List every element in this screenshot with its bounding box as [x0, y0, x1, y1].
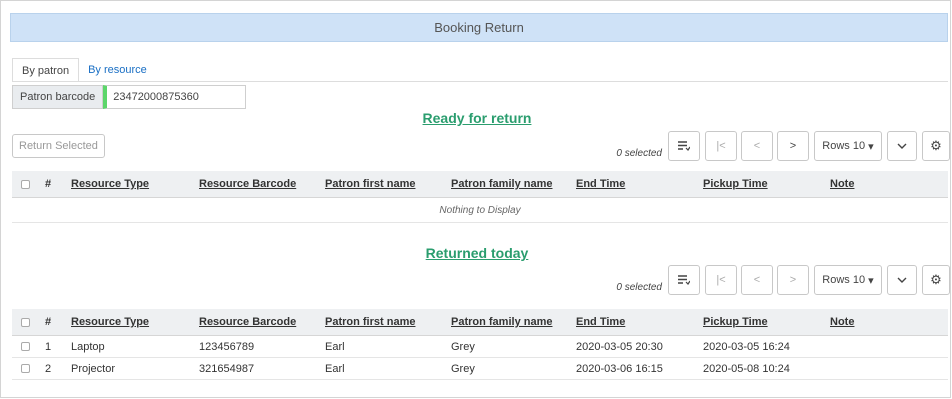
page-title: Booking Return	[10, 13, 948, 42]
prev-page-button[interactable]: <	[741, 131, 773, 161]
row-resource-type: Projector	[71, 362, 116, 375]
row-num: 1	[45, 340, 52, 353]
settings-button[interactable]: ⚙	[922, 131, 950, 161]
first-page-button[interactable]: |<	[705, 131, 737, 161]
list-columns-icon	[678, 141, 690, 151]
col-patron-family-name[interactable]: Patron family name	[451, 171, 552, 197]
tab-bar: By patron By resource	[12, 58, 156, 82]
row-checkbox[interactable]	[21, 358, 30, 379]
prev-page-icon: <	[753, 140, 761, 152]
columns-toggle-button[interactable]	[668, 131, 700, 161]
row-end-time: 2020-03-06 16:15	[576, 362, 663, 375]
col-resource-type[interactable]: Resource Type	[71, 171, 149, 197]
caret-down-icon: ▾	[868, 274, 874, 287]
prev-page-icon: <	[753, 274, 761, 286]
booking-return-panel: Booking Return By patron By resource Pat…	[0, 0, 951, 398]
col-patron-family-name[interactable]: Patron family name	[451, 309, 552, 335]
row-end-time: 2020-03-05 20:30	[576, 340, 663, 353]
row-resource-barcode: 123456789	[199, 340, 255, 353]
rows-per-page-label: Rows 10	[822, 274, 866, 286]
tab-by-resource[interactable]: By resource	[79, 58, 156, 82]
row-num: 2	[45, 362, 52, 375]
row-pickup-time: 2020-05-08 10:24	[703, 362, 790, 375]
first-page-icon: |<	[716, 274, 726, 286]
empty-message: Nothing to Display	[12, 198, 948, 223]
next-page-icon: >	[789, 274, 797, 286]
checkbox-icon	[21, 179, 30, 189]
col-patron-first-name[interactable]: Patron first name	[325, 309, 415, 335]
ready-table: # Resource Type Resource Barcode Patron …	[12, 171, 948, 223]
col-end-time[interactable]: End Time	[576, 309, 625, 335]
tab-by-patron[interactable]: By patron	[12, 58, 80, 82]
patron-barcode-input[interactable]	[103, 85, 247, 109]
expand-button[interactable]	[887, 131, 917, 161]
next-page-icon: >	[789, 140, 797, 152]
col-patron-first-name[interactable]: Patron first name	[325, 171, 415, 197]
row-checkbox[interactable]	[21, 336, 30, 357]
prev-page-button[interactable]: <	[741, 265, 773, 295]
row-resource-type: Laptop	[71, 340, 105, 353]
next-page-button[interactable]: >	[777, 265, 809, 295]
page-title-text: Booking Return	[434, 20, 524, 35]
col-pickup-time[interactable]: Pickup Time	[703, 309, 768, 335]
patron-barcode-group: Patron barcode	[12, 85, 247, 109]
returned-pager: 0 selected |< < > Rows 10 ▾ ⚙	[1, 265, 952, 295]
row-patron-family-name: Grey	[451, 340, 475, 353]
ready-pager: 0 selected |< < > Rows 10 ▾ ⚙	[1, 131, 952, 161]
checkbox-icon	[21, 342, 30, 351]
rows-per-page-select[interactable]: Rows 10 ▾	[814, 265, 882, 295]
gear-icon: ⚙	[930, 138, 942, 153]
chevron-down-icon	[897, 277, 907, 283]
columns-toggle-button[interactable]	[668, 265, 700, 295]
returned-selected-count: 0 selected	[616, 282, 662, 293]
chevron-down-icon	[897, 143, 907, 149]
row-pickup-time: 2020-03-05 16:24	[703, 340, 790, 353]
row-patron-first-name: Earl	[325, 362, 345, 375]
gear-icon: ⚙	[930, 272, 942, 287]
table-header: # Resource Type Resource Barcode Patron …	[12, 171, 948, 198]
col-note[interactable]: Note	[830, 309, 854, 335]
rows-per-page-select[interactable]: Rows 10 ▾	[814, 131, 882, 161]
row-patron-family-name: Grey	[451, 362, 475, 375]
col-end-time[interactable]: End Time	[576, 171, 625, 197]
table-row[interactable]: 1 Laptop 123456789 Earl Grey 2020-03-05 …	[12, 336, 948, 358]
row-patron-first-name: Earl	[325, 340, 345, 353]
returned-table: # Resource Type Resource Barcode Patron …	[12, 309, 948, 380]
expand-button[interactable]	[887, 265, 917, 295]
patron-barcode-label: Patron barcode	[12, 85, 104, 109]
checkbox-icon	[21, 317, 30, 327]
table-header: # Resource Type Resource Barcode Patron …	[12, 309, 948, 336]
col-note[interactable]: Note	[830, 171, 854, 197]
first-page-icon: |<	[716, 140, 726, 152]
table-row[interactable]: 2 Projector 321654987 Earl Grey 2020-03-…	[12, 358, 948, 380]
col-pickup-time[interactable]: Pickup Time	[703, 171, 768, 197]
checkbox-icon	[21, 364, 30, 373]
col-resource-barcode[interactable]: Resource Barcode	[199, 309, 296, 335]
col-num: #	[45, 316, 52, 328]
select-all-checkbox[interactable]	[21, 171, 30, 197]
settings-button[interactable]: ⚙	[922, 265, 950, 295]
tab-divider	[12, 81, 948, 82]
first-page-button[interactable]: |<	[705, 265, 737, 295]
col-resource-barcode[interactable]: Resource Barcode	[199, 171, 296, 197]
col-num: #	[45, 178, 52, 190]
ready-selected-count: 0 selected	[616, 148, 662, 159]
select-all-checkbox[interactable]	[21, 309, 30, 335]
col-resource-type[interactable]: Resource Type	[71, 309, 149, 335]
list-columns-icon	[678, 275, 690, 285]
returned-today-title: Returned today	[425, 245, 529, 261]
ready-for-return-title: Ready for return	[422, 110, 532, 126]
caret-down-icon: ▾	[868, 140, 874, 153]
rows-per-page-label: Rows 10	[822, 140, 866, 152]
row-resource-barcode: 321654987	[199, 362, 255, 375]
next-page-button[interactable]: >	[777, 131, 809, 161]
